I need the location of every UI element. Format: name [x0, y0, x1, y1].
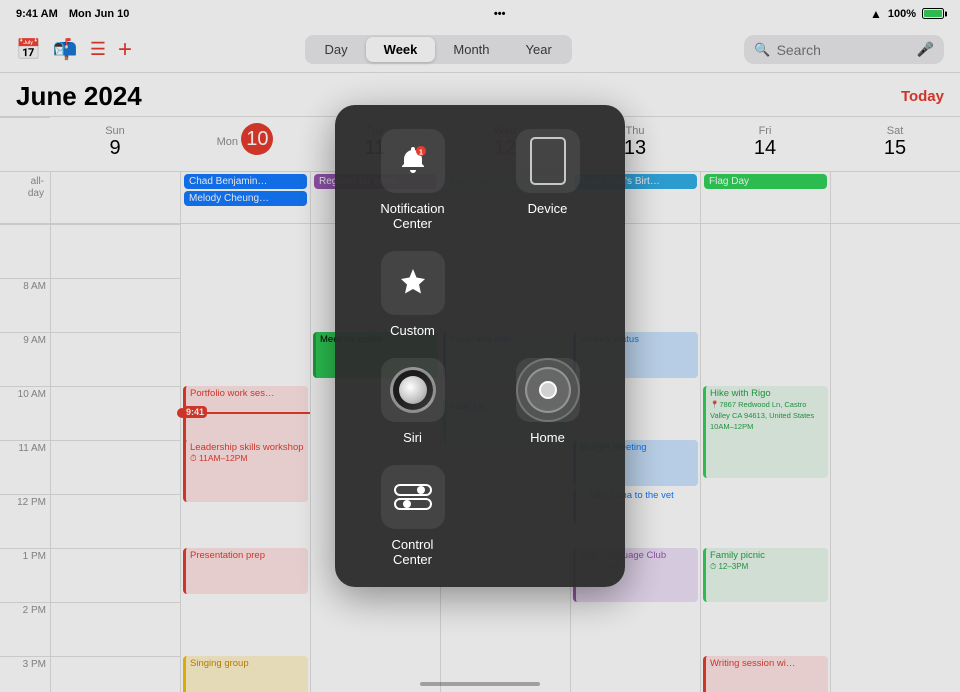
popup-notification-label: NotificationCenter	[380, 201, 444, 231]
popup-siri-label: Siri	[403, 430, 422, 445]
popup-custom-label: Custom	[390, 323, 435, 338]
popup-device-label: Device	[528, 201, 568, 216]
popup-control-label: ControlCenter	[392, 537, 434, 567]
assistive-touch-popup: 1 NotificationCenter Device Custom	[335, 105, 625, 587]
home-icon-wrap	[516, 358, 580, 422]
popup-item-control[interactable]: ControlCenter	[355, 465, 470, 567]
overlay[interactable]: 1 NotificationCenter Device Custom	[0, 0, 960, 692]
notification-icon-wrap: 1	[381, 129, 445, 193]
custom-icon-wrap	[381, 251, 445, 315]
popup-item-notification[interactable]: 1 NotificationCenter	[355, 129, 470, 231]
popup-home-label: Home	[530, 430, 565, 445]
control-center-icon-wrap	[381, 465, 445, 529]
popup-item-device[interactable]: Device	[490, 129, 605, 231]
device-icon-wrap	[516, 129, 580, 193]
popup-item-home[interactable]: Home	[490, 358, 605, 445]
popup-item-siri[interactable]: Siri	[355, 358, 470, 445]
siri-icon	[390, 367, 436, 413]
svg-text:1: 1	[419, 150, 423, 157]
home-button-icon	[516, 358, 580, 422]
popup-item-custom[interactable]: Custom	[355, 251, 470, 338]
siri-icon-wrap	[381, 358, 445, 422]
device-icon	[530, 137, 566, 185]
